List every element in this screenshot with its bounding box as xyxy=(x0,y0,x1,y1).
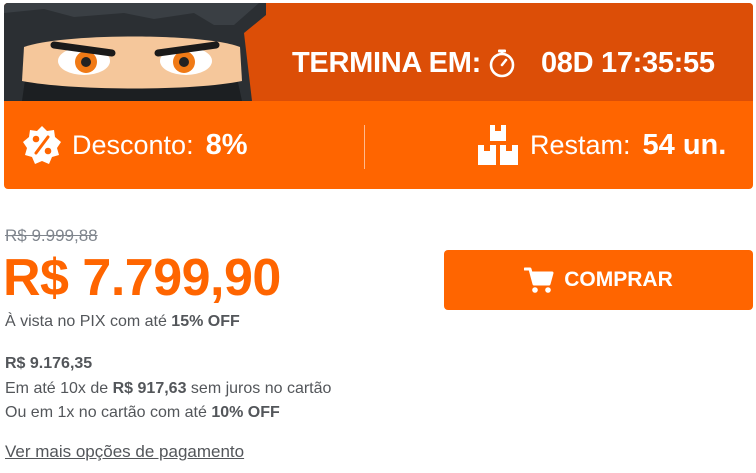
stopwatch-icon xyxy=(489,49,515,78)
countdown-bar: TERMINA EM: 08D 17:35:55 xyxy=(4,3,753,101)
flash-offer-banner: TERMINA EM: 08D 17:35:55 Desconto: 8% Re… xyxy=(4,3,753,189)
pix-info: À vista no PIX com até 15% OFF xyxy=(5,313,240,331)
stock-stat: Restam: 54 un. xyxy=(476,101,726,189)
card-price: R$ 9.176,35 xyxy=(5,355,93,372)
onetime-text: Ou em 1x no cartão com até xyxy=(5,404,212,421)
pix-discount: 15% OFF xyxy=(171,313,240,330)
buy-button[interactable]: COMPRAR xyxy=(444,250,753,310)
installments-suffix: sem juros no cartão xyxy=(186,380,332,397)
buy-button-label: COMPRAR xyxy=(564,268,673,291)
discount-stat: Desconto: 8% xyxy=(22,101,248,189)
installment-value: R$ 917,63 xyxy=(112,380,187,397)
onetime-discount: 10% OFF xyxy=(211,404,280,421)
pix-price: R$ 7.799,90 xyxy=(3,249,281,307)
stock-label: Restam: xyxy=(530,129,631,160)
countdown-label: TERMINA EM: xyxy=(292,46,481,79)
pix-text: À vista no PIX com até xyxy=(5,313,172,330)
boxes-icon xyxy=(478,125,518,165)
one-time-payment-info: Ou em 1x no cartão com até 10% OFF xyxy=(5,404,280,422)
ninja-mascot xyxy=(4,3,266,101)
percent-badge-icon xyxy=(23,126,61,164)
discount-value: 8% xyxy=(205,128,248,161)
countdown-timer: TERMINA EM: 08D 17:35:55 xyxy=(292,43,715,83)
countdown-value: 08D 17:35:55 xyxy=(540,46,715,79)
stats-divider xyxy=(364,125,365,169)
cart-icon xyxy=(524,267,554,293)
installments-prefix: Em até 10x de xyxy=(5,380,113,397)
more-payment-options-link[interactable]: Ver mais opções de pagamento xyxy=(5,442,244,462)
stock-value: 54 un. xyxy=(642,128,727,161)
offer-stats: Desconto: 8% Restam: 54 un. xyxy=(4,101,753,189)
discount-label: Desconto: xyxy=(72,129,194,160)
installments-info: Em até 10x de R$ 917,63 sem juros no car… xyxy=(5,380,331,398)
old-price: R$ 9.999,88 xyxy=(5,226,98,245)
